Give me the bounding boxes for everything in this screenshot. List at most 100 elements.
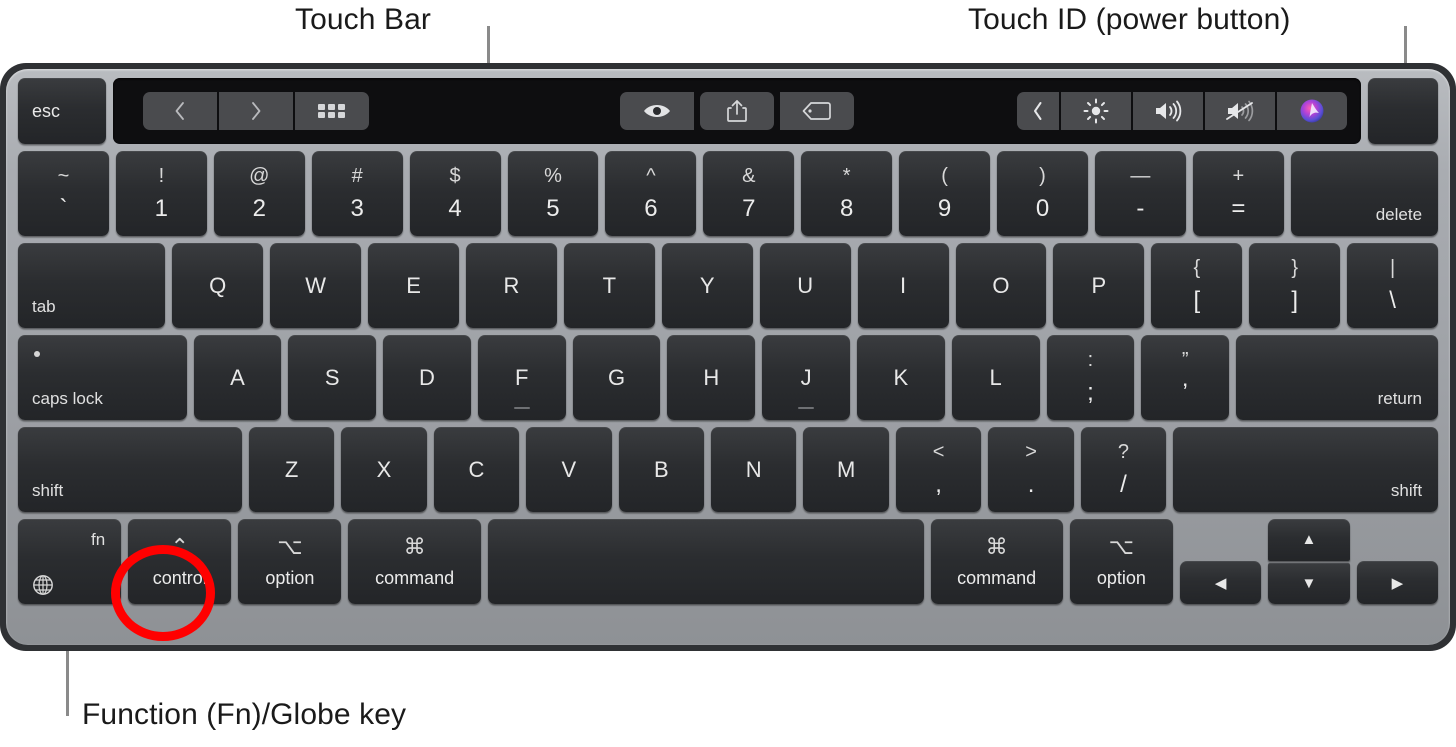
key-l[interactable]: L	[951, 335, 1040, 420]
key-arrow-down[interactable]: ▼	[1268, 562, 1350, 604]
key-period[interactable]: >.	[988, 427, 1074, 512]
key-z[interactable]: Z	[248, 427, 335, 512]
key-arrow-left[interactable]: ◀	[1179, 561, 1262, 604]
key-b[interactable]: B	[618, 427, 705, 512]
key-v[interactable]: V	[526, 427, 612, 512]
siri-icon[interactable]	[1277, 92, 1347, 130]
key-delete[interactable]: delete	[1290, 151, 1439, 236]
key-quote-upper: ”	[1181, 349, 1189, 371]
key-4[interactable]: $4	[409, 151, 501, 236]
key-6[interactable]: ^ 6	[605, 151, 697, 236]
key-h[interactable]: H	[667, 335, 756, 420]
key-backslash-upper: |	[1389, 257, 1396, 279]
key-9[interactable]: (9	[899, 151, 991, 236]
key-caps-lock[interactable]: caps lock	[18, 335, 187, 420]
key-g-label: G	[607, 364, 626, 390]
key-8[interactable]: * 8	[801, 151, 893, 236]
key-c[interactable]: C	[433, 427, 520, 512]
forward-icon[interactable]	[219, 92, 293, 130]
key-0[interactable]: ) 0	[997, 151, 1088, 236]
key-control[interactable]: ⌃ control	[128, 519, 232, 604]
key-option-left-symbol: ⌥	[277, 534, 303, 559]
key-equal[interactable]: + =	[1192, 151, 1284, 236]
key-shift-left[interactable]: shift	[18, 427, 242, 512]
share-icon[interactable]	[700, 92, 774, 130]
key-p[interactable]: P	[1053, 243, 1145, 328]
key-d[interactable]: D	[383, 335, 471, 420]
mute-icon[interactable]	[1205, 92, 1275, 130]
key-shift-right[interactable]: shift	[1173, 427, 1439, 512]
key-command-right-label: command	[957, 568, 1037, 588]
key-arrow-down-glyph: ▼	[1301, 574, 1317, 592]
keyboard-diagram: Touch Bar Touch ID (power button) Functi…	[0, 0, 1456, 747]
quick-look-eye-icon[interactable]	[620, 92, 694, 130]
key-r[interactable]: R	[465, 243, 557, 328]
key-minus[interactable]: — -	[1094, 151, 1186, 236]
key-shift-right-label: shift	[1390, 481, 1423, 500]
key-command-left[interactable]: ⌘ command	[348, 519, 481, 604]
key-f[interactable]: F	[477, 335, 566, 420]
key-e[interactable]: E	[368, 243, 459, 328]
tag-icon[interactable]	[780, 92, 854, 130]
grid-view-icon[interactable]	[295, 92, 369, 130]
key-7[interactable]: & 7	[703, 151, 795, 236]
key-fn-globe[interactable]: fn	[18, 519, 122, 604]
back-icon[interactable]	[143, 92, 217, 130]
key-q[interactable]: Q	[172, 243, 264, 328]
key-bracket-right-upper: }	[1291, 257, 1299, 279]
key-2[interactable]: @2	[213, 151, 305, 236]
key-v-label: V	[561, 456, 577, 482]
key-touch-id-power-button[interactable]	[1368, 78, 1438, 144]
key-4-lower: 4	[448, 195, 462, 222]
key-minus-lower: -	[1136, 195, 1145, 222]
key-5[interactable]: % 5	[507, 151, 599, 236]
key-6-upper: ^	[646, 165, 656, 187]
key-1-lower: 1	[154, 195, 169, 222]
key-arrow-right[interactable]: ▶	[1356, 561, 1439, 604]
key-6-lower: 6	[644, 195, 658, 222]
key-quote[interactable]: ”’	[1141, 335, 1230, 420]
key-o[interactable]: O	[955, 243, 1047, 328]
brightness-icon[interactable]	[1061, 92, 1131, 130]
key-3[interactable]: #3	[311, 151, 403, 236]
key-a-label: A	[230, 364, 245, 390]
key-esc[interactable]: esc	[18, 78, 106, 144]
key-u[interactable]: U	[759, 243, 851, 328]
key-a[interactable]: A	[193, 335, 282, 420]
key-semicolon[interactable]: :;	[1046, 335, 1135, 420]
volume-up-icon[interactable]	[1133, 92, 1203, 130]
key-space[interactable]	[487, 519, 924, 604]
key-arrow-up[interactable]: ▲	[1268, 519, 1350, 561]
key-option-left[interactable]: ⌥ option	[238, 519, 342, 604]
key-y[interactable]: Y	[661, 243, 753, 328]
key-w[interactable]: W	[270, 243, 362, 328]
key-bracket-left[interactable]: {[	[1151, 243, 1243, 328]
key-q-label: Q	[209, 272, 227, 298]
key-2-lower: 2	[252, 195, 266, 222]
key-tab[interactable]: tab	[18, 243, 166, 328]
key-backslash[interactable]: | \	[1347, 243, 1439, 328]
key-comma[interactable]: <,	[895, 427, 982, 512]
expand-control-strip-chevron-icon[interactable]	[1017, 92, 1059, 130]
key-slash[interactable]: ? /	[1080, 427, 1167, 512]
key-m[interactable]: M	[803, 427, 889, 512]
key-grave[interactable]: ~ `	[18, 151, 109, 236]
key-1[interactable]: ! 1	[115, 151, 207, 236]
key-shift-left-label: shift	[32, 481, 64, 500]
key-option-right[interactable]: ⌥ option	[1069, 519, 1173, 604]
key-g[interactable]: G	[572, 335, 661, 420]
key-t[interactable]: T	[563, 243, 655, 328]
key-option-right-label: option	[1096, 568, 1146, 588]
key-x[interactable]: X	[341, 427, 427, 512]
key-bracket-right[interactable]: }]	[1249, 243, 1341, 328]
key-n[interactable]: N	[711, 427, 797, 512]
touch-bar[interactable]	[113, 78, 1361, 144]
key-j[interactable]: J	[762, 335, 850, 420]
key-bracket-left-lower: [	[1193, 287, 1201, 314]
key-return[interactable]: return	[1236, 335, 1439, 420]
key-s[interactable]: S	[288, 335, 377, 420]
key-i[interactable]: I	[857, 243, 949, 328]
key-k[interactable]: K	[857, 335, 945, 420]
key-3-lower: 3	[350, 195, 364, 222]
key-command-right[interactable]: ⌘ command	[930, 519, 1063, 604]
